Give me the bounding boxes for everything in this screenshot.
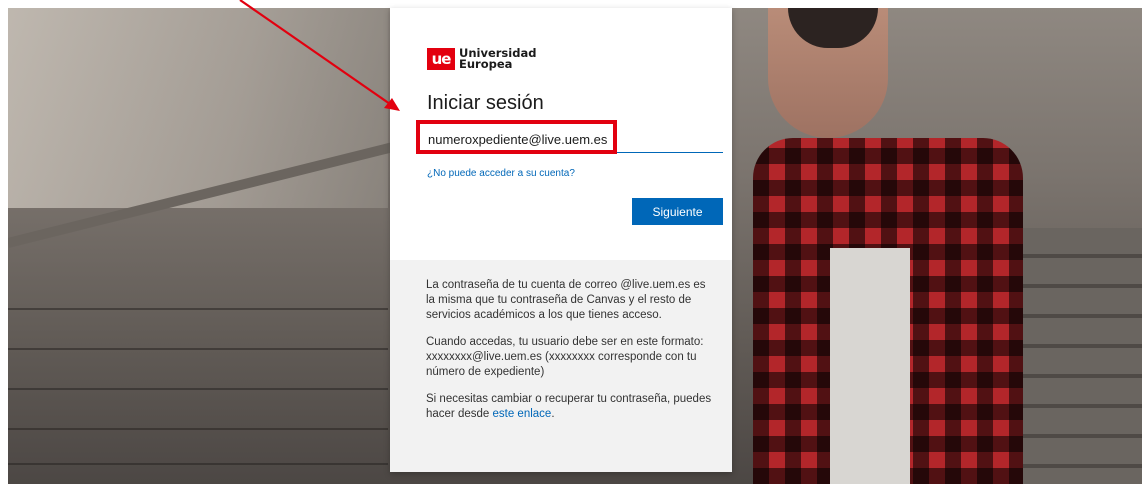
background-person-tshirt: [830, 248, 910, 484]
background-wall: [8, 8, 388, 208]
signin-card: ue Universidad Europea Iniciar sesión ¿N…: [390, 8, 732, 472]
logo-text: Universidad Europea: [459, 47, 536, 71]
next-button[interactable]: Siguiente: [632, 198, 723, 225]
info-paragraph-format: Cuando accedas, tu usuario debe ser en e…: [426, 336, 704, 378]
info-paragraph-password: La contraseña de tu cuenta de correo @li…: [426, 279, 706, 321]
info-recover-text: Si necesitas cambiar o recuperar tu cont…: [426, 393, 712, 420]
background-step: [8, 308, 388, 310]
logo-mark: ue: [427, 48, 455, 70]
logo-line-2: Europea: [459, 57, 513, 71]
page-title: Iniciar sesión: [427, 92, 544, 114]
background-stairs-right: [1018, 228, 1142, 484]
background-step: [8, 428, 388, 430]
recover-password-link[interactable]: este enlace: [493, 408, 552, 420]
background-step: [8, 388, 388, 390]
background-step: [8, 348, 388, 350]
cant-access-account-link[interactable]: ¿No puede acceder a su cuenta?: [427, 168, 575, 179]
info-paragraph-recover: Si necesitas cambiar o recuperar tu cont…: [426, 392, 712, 422]
email-field[interactable]: [426, 126, 723, 153]
background-step: [8, 463, 388, 465]
info-recover-end: .: [551, 408, 555, 420]
university-logo: ue Universidad Europea: [427, 47, 536, 71]
info-panel: La contraseña de tu cuenta de correo @li…: [390, 260, 732, 472]
